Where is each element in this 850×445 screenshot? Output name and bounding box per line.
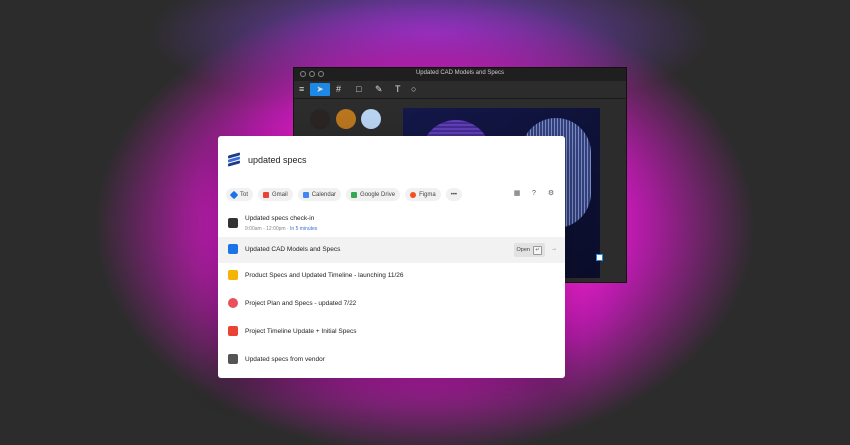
chip-label: Google Drive bbox=[360, 191, 396, 198]
color-swatch[interactable] bbox=[361, 109, 381, 129]
shape-tool-icon[interactable]: □ bbox=[356, 83, 361, 96]
result-row[interactable]: Updated specs check-in 9:00am - 12:00pm … bbox=[218, 211, 565, 237]
google-drive-icon bbox=[351, 191, 358, 198]
file-attachment-icon bbox=[228, 354, 238, 364]
result-title: Updated CAD Models and Specs bbox=[245, 246, 341, 253]
chip-calendar[interactable]: Calendar bbox=[297, 188, 342, 201]
google-doc-icon bbox=[228, 244, 238, 254]
open-label: Open bbox=[516, 247, 530, 253]
search-palette: updated specs Tot Gmail Calendar Google … bbox=[218, 136, 565, 378]
source-filter-chips: Tot Gmail Calendar Google Drive Figma ••… bbox=[226, 188, 463, 201]
search-bar[interactable]: updated specs bbox=[228, 152, 307, 167]
figma-window-title: Updated CAD Models and Specs bbox=[415, 70, 505, 76]
search-input[interactable]: updated specs bbox=[248, 155, 307, 165]
calendar-icon bbox=[302, 191, 309, 198]
result-row[interactable]: Product Specs and Updated Timeline - lau… bbox=[218, 263, 565, 289]
tot-icon bbox=[229, 190, 239, 199]
more-icon: ••• bbox=[450, 191, 458, 198]
result-title: Product Specs and Updated Timeline - lau… bbox=[245, 272, 404, 279]
chip-label: Figma bbox=[419, 191, 436, 198]
result-row[interactable]: Updated specs from vendor bbox=[218, 347, 565, 373]
open-button[interactable]: Open ↵ bbox=[513, 243, 545, 257]
google-slides-icon bbox=[228, 270, 238, 280]
result-row[interactable]: Project Timeline Update + Initial Specs bbox=[218, 319, 565, 345]
result-title: Project Plan and Specs - updated 7/22 bbox=[245, 300, 357, 307]
palette-actions: ▦ ? ⚙ bbox=[513, 190, 555, 198]
figma-titlebar: Updated CAD Models and Specs bbox=[294, 68, 626, 81]
chip-label: Tot bbox=[240, 191, 249, 198]
gmail-message-icon bbox=[228, 326, 238, 336]
enter-key-icon: ↵ bbox=[533, 245, 542, 255]
more-sources-button[interactable]: ••• bbox=[445, 188, 463, 201]
gmail-icon bbox=[263, 191, 270, 198]
chip-google-drive[interactable]: Google Drive bbox=[346, 188, 401, 201]
result-title: Updated specs check-in bbox=[245, 215, 315, 222]
settings-gear-icon[interactable]: ⚙ bbox=[547, 190, 555, 198]
color-swatch[interactable] bbox=[310, 109, 330, 129]
result-row[interactable]: Project Plan and Specs - updated 7/22 bbox=[218, 291, 565, 317]
result-row-selected[interactable]: Updated CAD Models and Specs Open ↵ → bbox=[218, 237, 565, 263]
color-swatch[interactable] bbox=[336, 109, 356, 129]
chip-tot[interactable]: Tot bbox=[226, 188, 254, 201]
chip-label: Gmail bbox=[272, 191, 288, 198]
help-icon[interactable]: ? bbox=[530, 190, 538, 198]
text-tool-icon[interactable]: T bbox=[395, 83, 401, 96]
event-time: 9:00am - 12:00pm · bbox=[245, 226, 291, 232]
chip-figma[interactable]: Figma bbox=[405, 188, 441, 201]
result-title: Project Timeline Update + Initial Specs bbox=[245, 328, 357, 335]
move-tool-icon[interactable]: ➤ bbox=[310, 83, 330, 96]
chip-gmail[interactable]: Gmail bbox=[258, 188, 293, 201]
chip-label: Calendar bbox=[311, 191, 337, 198]
arrow-right-icon[interactable]: → bbox=[551, 246, 557, 252]
comment-tool-icon[interactable]: ○ bbox=[411, 83, 416, 96]
frame-tool-icon[interactable]: # bbox=[336, 83, 341, 96]
app-logo-icon bbox=[228, 152, 240, 167]
calendar-event-icon bbox=[228, 218, 238, 228]
figma-toolbar: ≡ ➤ # □ ✎ T ○ bbox=[294, 81, 626, 99]
pen-tool-icon[interactable]: ✎ bbox=[375, 83, 383, 96]
menu-icon[interactable]: ≡ bbox=[299, 83, 304, 96]
result-subtitle: 9:00am - 12:00pm · In 5 minutes bbox=[245, 226, 317, 232]
layout-icon[interactable]: ▦ bbox=[513, 190, 521, 198]
event-countdown: In 5 minutes bbox=[290, 226, 318, 232]
figma-icon bbox=[410, 191, 417, 198]
asana-icon bbox=[228, 298, 238, 308]
selection-handle[interactable] bbox=[596, 254, 603, 261]
result-title: Updated specs from vendor bbox=[245, 356, 325, 363]
